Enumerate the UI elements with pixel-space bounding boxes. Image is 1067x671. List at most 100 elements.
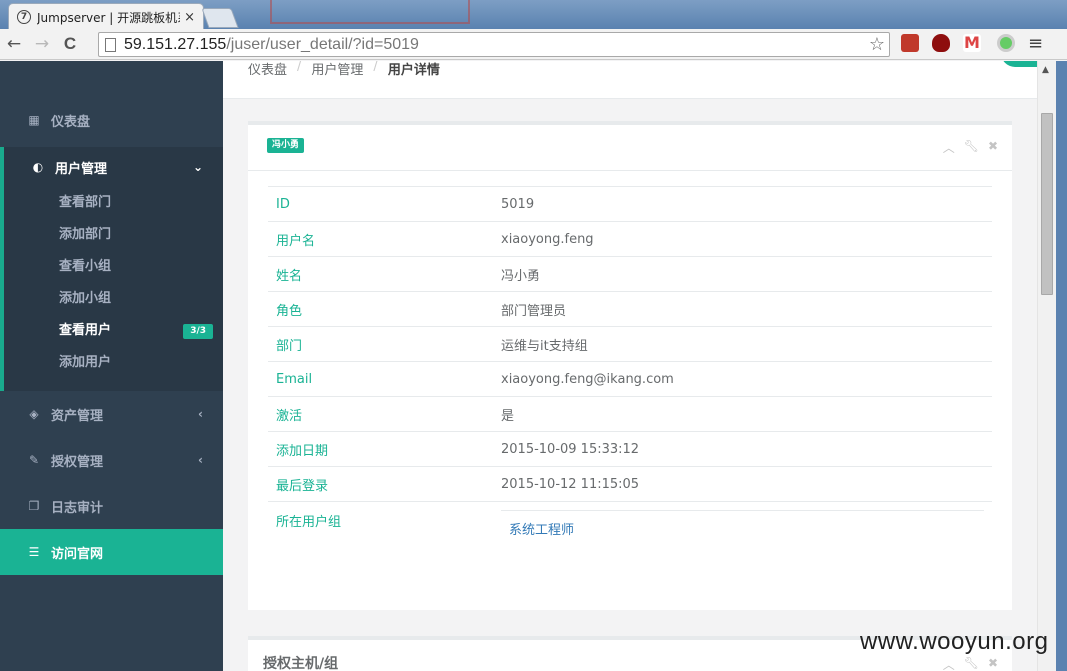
sidebar-item-label: 用户管理: [55, 161, 108, 177]
files-icon: ❐: [28, 499, 40, 513]
sidebar-item-label: 仪表盘: [51, 114, 91, 130]
field-value: 是: [501, 408, 515, 424]
collapse-icon[interactable]: ︿: [943, 139, 955, 156]
wrench-icon[interactable]: 🔧︎: [964, 139, 979, 156]
address-bar[interactable]: 59.151.27.155/juser/user_detail/?id=5019…: [98, 32, 890, 57]
panel-header: 冯小勇 ︿ 🔧︎ ✖: [248, 125, 1012, 171]
status-extension-icon[interactable]: [997, 34, 1015, 52]
chevron-down-icon: ⌄: [192, 160, 203, 174]
tab-close-icon[interactable]: ×: [184, 10, 195, 25]
bookmark-star-icon[interactable]: ☆: [869, 34, 885, 55]
sidebar-item-dashboard[interactable]: ▦ 仪表盘: [0, 97, 223, 143]
url-text[interactable]: 59.151.27.155/juser/user_detail/?id=5019: [124, 36, 869, 54]
field-value: 2015-10-12 11:15:05: [501, 476, 640, 492]
close-icon[interactable]: ✖: [988, 656, 998, 671]
sidebar-subitem-label: 查看用户: [59, 323, 112, 338]
sidebar-group-user-management: ◐ 用户管理 ⌄ 查看部门 添加部门 查看小组 添加小组 查看用户 3/3 添加…: [0, 147, 223, 391]
rebel-icon: ◐: [32, 160, 44, 174]
field-value: 系统工程师: [501, 502, 992, 562]
field-label: 部门: [276, 338, 303, 354]
cube-icon: ◈: [29, 407, 39, 421]
sidebar-item-asset-management[interactable]: ◈ 资产管理 ‹: [0, 391, 223, 437]
edit-icon: ✎: [28, 453, 40, 467]
watermark: www.wooyun.org: [860, 628, 1049, 655]
close-icon[interactable]: ✖: [988, 139, 998, 156]
table-row: 最后登录 2015-10-12 11:15:05: [268, 466, 992, 502]
browser-tab[interactable]: 7 Jumpserver | 开源跳板机系 ×: [8, 3, 204, 30]
breadcrumb-home[interactable]: 仪表盘: [248, 61, 287, 78]
table-row: 用户名 xiaoyong.feng: [268, 221, 992, 257]
field-label: ID: [276, 196, 290, 212]
sidebar-header: [0, 61, 223, 97]
table-row: 角色 部门管理员: [268, 291, 992, 327]
gmail-extension-icon[interactable]: M: [963, 34, 981, 52]
sidebar-subitem-add-department[interactable]: 添加部门: [4, 219, 223, 251]
tab-title: Jumpserver | 开源跳板机系: [37, 10, 181, 25]
main-content: 仪表盘 / 用户管理 / 用户详情 冯小勇 ︿ 🔧︎ ✖ ID 5019 用户名 xi…: [223, 61, 1037, 671]
field-label: 角色: [276, 303, 303, 319]
field-label: 激活: [276, 408, 303, 424]
field-label: 添加日期: [276, 443, 329, 459]
breadcrumb: 仪表盘 / 用户管理 / 用户详情: [248, 61, 440, 78]
window-edge: [1056, 61, 1067, 671]
grid-icon: ▦: [28, 113, 40, 127]
scroll-up-arrow-icon[interactable]: ▲: [1042, 65, 1049, 75]
background-window-edge: [270, 0, 470, 24]
panel-tools: ︿ 🔧︎ ✖: [943, 139, 998, 156]
field-label: 用户名: [276, 233, 316, 249]
breadcrumb-current: 用户详情: [387, 63, 440, 78]
wrench-icon[interactable]: 🔧︎: [964, 656, 979, 671]
panel-title: 授权主机/组: [263, 656, 339, 671]
user-name-badge: 冯小勇: [267, 138, 305, 153]
field-value: 运维与it支持组: [501, 338, 588, 354]
field-value: xiaoyong.feng: [501, 231, 594, 247]
panel-tools: ︿ 🔧︎ ✖: [943, 656, 998, 671]
heading-action-button[interactable]: [1001, 61, 1037, 67]
back-arrow-icon[interactable]: ←: [0, 34, 28, 54]
bookmark-extension-icon[interactable]: [901, 34, 919, 52]
sidebar-subitem-view-groups[interactable]: 查看小组: [4, 251, 223, 283]
sidebar-subitem-add-user[interactable]: 添加用户: [4, 347, 223, 379]
browser-titlebar: 7 Jumpserver | 开源跳板机系 ×: [0, 0, 1067, 30]
field-value: xiaoyong.feng@ikang.com: [501, 371, 674, 387]
forward-arrow-icon[interactable]: →: [28, 34, 56, 54]
scrollbar-thumb[interactable]: [1041, 113, 1053, 295]
collapse-icon[interactable]: ︿: [943, 656, 955, 671]
page-scrollbar[interactable]: ▲: [1037, 61, 1056, 671]
user-detail-table: ID 5019 用户名 xiaoyong.feng 姓名 冯小勇角色 部门管理员部门 运维与i…: [268, 186, 992, 562]
field-value: 部门管理员: [501, 303, 567, 319]
sidebar-subitem-add-group[interactable]: 添加小组: [4, 283, 223, 315]
field-label: Email: [276, 371, 313, 387]
table-row: 姓名 冯小勇: [268, 256, 992, 292]
url-host: 59.151.27.155: [124, 35, 227, 53]
table-row: ID 5019: [268, 186, 992, 222]
user-group-link[interactable]: 系统工程师: [509, 523, 574, 538]
new-tab-button[interactable]: [201, 8, 239, 28]
page-heading: 仪表盘 / 用户管理 / 用户详情: [223, 61, 1037, 99]
reload-icon[interactable]: C: [56, 34, 84, 54]
sidebar-item-log-audit[interactable]: ❐ 日志审计: [0, 483, 223, 529]
browser-toolbar: ← → C 59.151.27.155/juser/user_detail/?i…: [0, 29, 1067, 60]
sidebar-item-user-management[interactable]: ◐ 用户管理 ⌄: [4, 147, 223, 187]
sidebar-item-label: 资产管理: [51, 408, 104, 424]
page-icon: [105, 37, 116, 52]
url-path: /juser/user_detail/?id=5019: [226, 35, 419, 53]
sidebar-subitem-view-departments[interactable]: 查看部门: [4, 187, 223, 219]
table-row: 所在用户组系统工程师: [268, 501, 992, 562]
breadcrumb-parent[interactable]: 用户管理: [311, 61, 363, 78]
field-label: 所在用户组: [276, 515, 342, 530]
sidebar-item-label: 日志审计: [51, 500, 104, 516]
chevron-left-icon: ‹: [198, 453, 203, 467]
user-count-badge: 3/3: [183, 324, 213, 339]
breadcrumb-separator: /: [373, 61, 378, 74]
sidebar-item-official-site[interactable]: ☰ 访问官网: [0, 529, 223, 575]
sidebar-item-permission-management[interactable]: ✎ 授权管理 ‹: [0, 437, 223, 483]
browser-menu-icon[interactable]: ≡: [1028, 33, 1043, 54]
chevron-left-icon: ‹: [198, 407, 203, 421]
table-row: 激活 是: [268, 396, 992, 432]
sidebar-item-label: 授权管理: [51, 454, 104, 470]
ublock-extension-icon[interactable]: [932, 34, 950, 52]
field-value: 冯小勇: [501, 268, 541, 284]
field-value: 5019: [501, 196, 535, 212]
sidebar-subitem-view-users[interactable]: 查看用户 3/3: [4, 315, 223, 347]
